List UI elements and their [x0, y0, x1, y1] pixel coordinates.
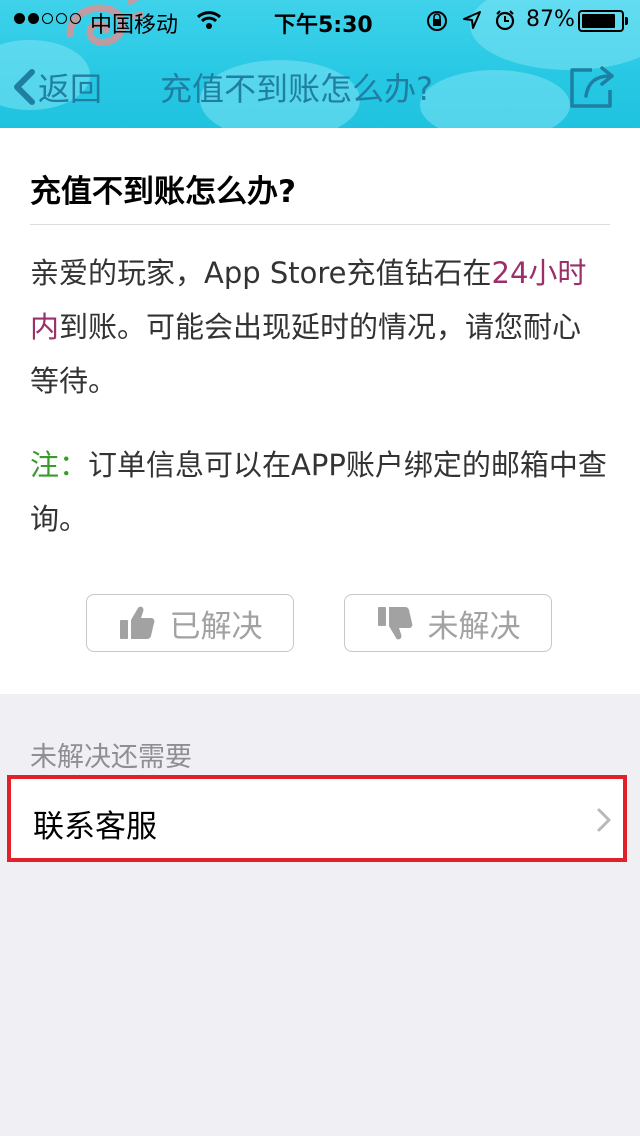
contact-support-label: 联系客服: [33, 809, 157, 845]
battery-percent: 87%: [526, 7, 575, 32]
unresolved-button[interactable]: 未解决: [344, 594, 552, 652]
note-body: 订单信息可以在APP账户绑定的邮箱中查询。: [30, 448, 607, 536]
chevron-right-icon: [597, 808, 611, 832]
thumbs-down-icon: [377, 607, 412, 640]
carrier-label: 中国移动: [90, 13, 179, 38]
signal-dots-icon: [14, 13, 81, 24]
thumbs-up-icon: [119, 606, 154, 639]
wifi-icon: [196, 11, 222, 29]
chevron-left-icon: [14, 69, 35, 105]
unresolved-label: 未解决: [427, 608, 521, 645]
note-text: 注：订单信息可以在APP账户绑定的邮箱中查询。: [30, 438, 610, 546]
divider: [30, 224, 610, 225]
rotation-lock-icon: [427, 11, 447, 31]
status-bar: 中国移动 下午5:30 87%: [0, 0, 640, 40]
battery-icon: [578, 10, 628, 32]
alarm-icon: [495, 10, 515, 31]
page-title: 充值不到账怎么办?: [160, 70, 433, 108]
location-icon: [463, 11, 481, 29]
section-header: 未解决还需要: [30, 742, 192, 773]
answer-text: 亲爱的玩家，App Store充值钻石在24小时内到账。可能会出现延时的情况，请…: [30, 246, 610, 408]
header: 中国移动 下午5:30 87% 返回 充值不到账怎么办?: [0, 0, 640, 128]
navigation-bar: 返回 充值不到账怎么办?: [0, 42, 640, 128]
note-label: 注：: [30, 448, 89, 482]
resolved-button[interactable]: 已解决: [86, 594, 294, 652]
article-card: 充值不到账怎么办? 亲爱的玩家，App Store充值钻石在24小时内到账。可能…: [0, 128, 640, 694]
contact-support-row[interactable]: 联系客服: [7, 775, 627, 862]
answer-suffix: 到账。可能会出现延时的情况，请您耐心等待。: [30, 310, 582, 398]
question-title: 充值不到账怎么办?: [30, 174, 296, 210]
share-icon[interactable]: [566, 62, 616, 110]
resolved-label: 已解决: [169, 608, 263, 645]
back-label: 返回: [38, 70, 103, 108]
time-label: 下午5:30: [274, 13, 373, 38]
answer-prefix: 亲爱的玩家，App Store充值钻石在: [30, 256, 492, 290]
back-button[interactable]: 返回: [12, 64, 102, 110]
